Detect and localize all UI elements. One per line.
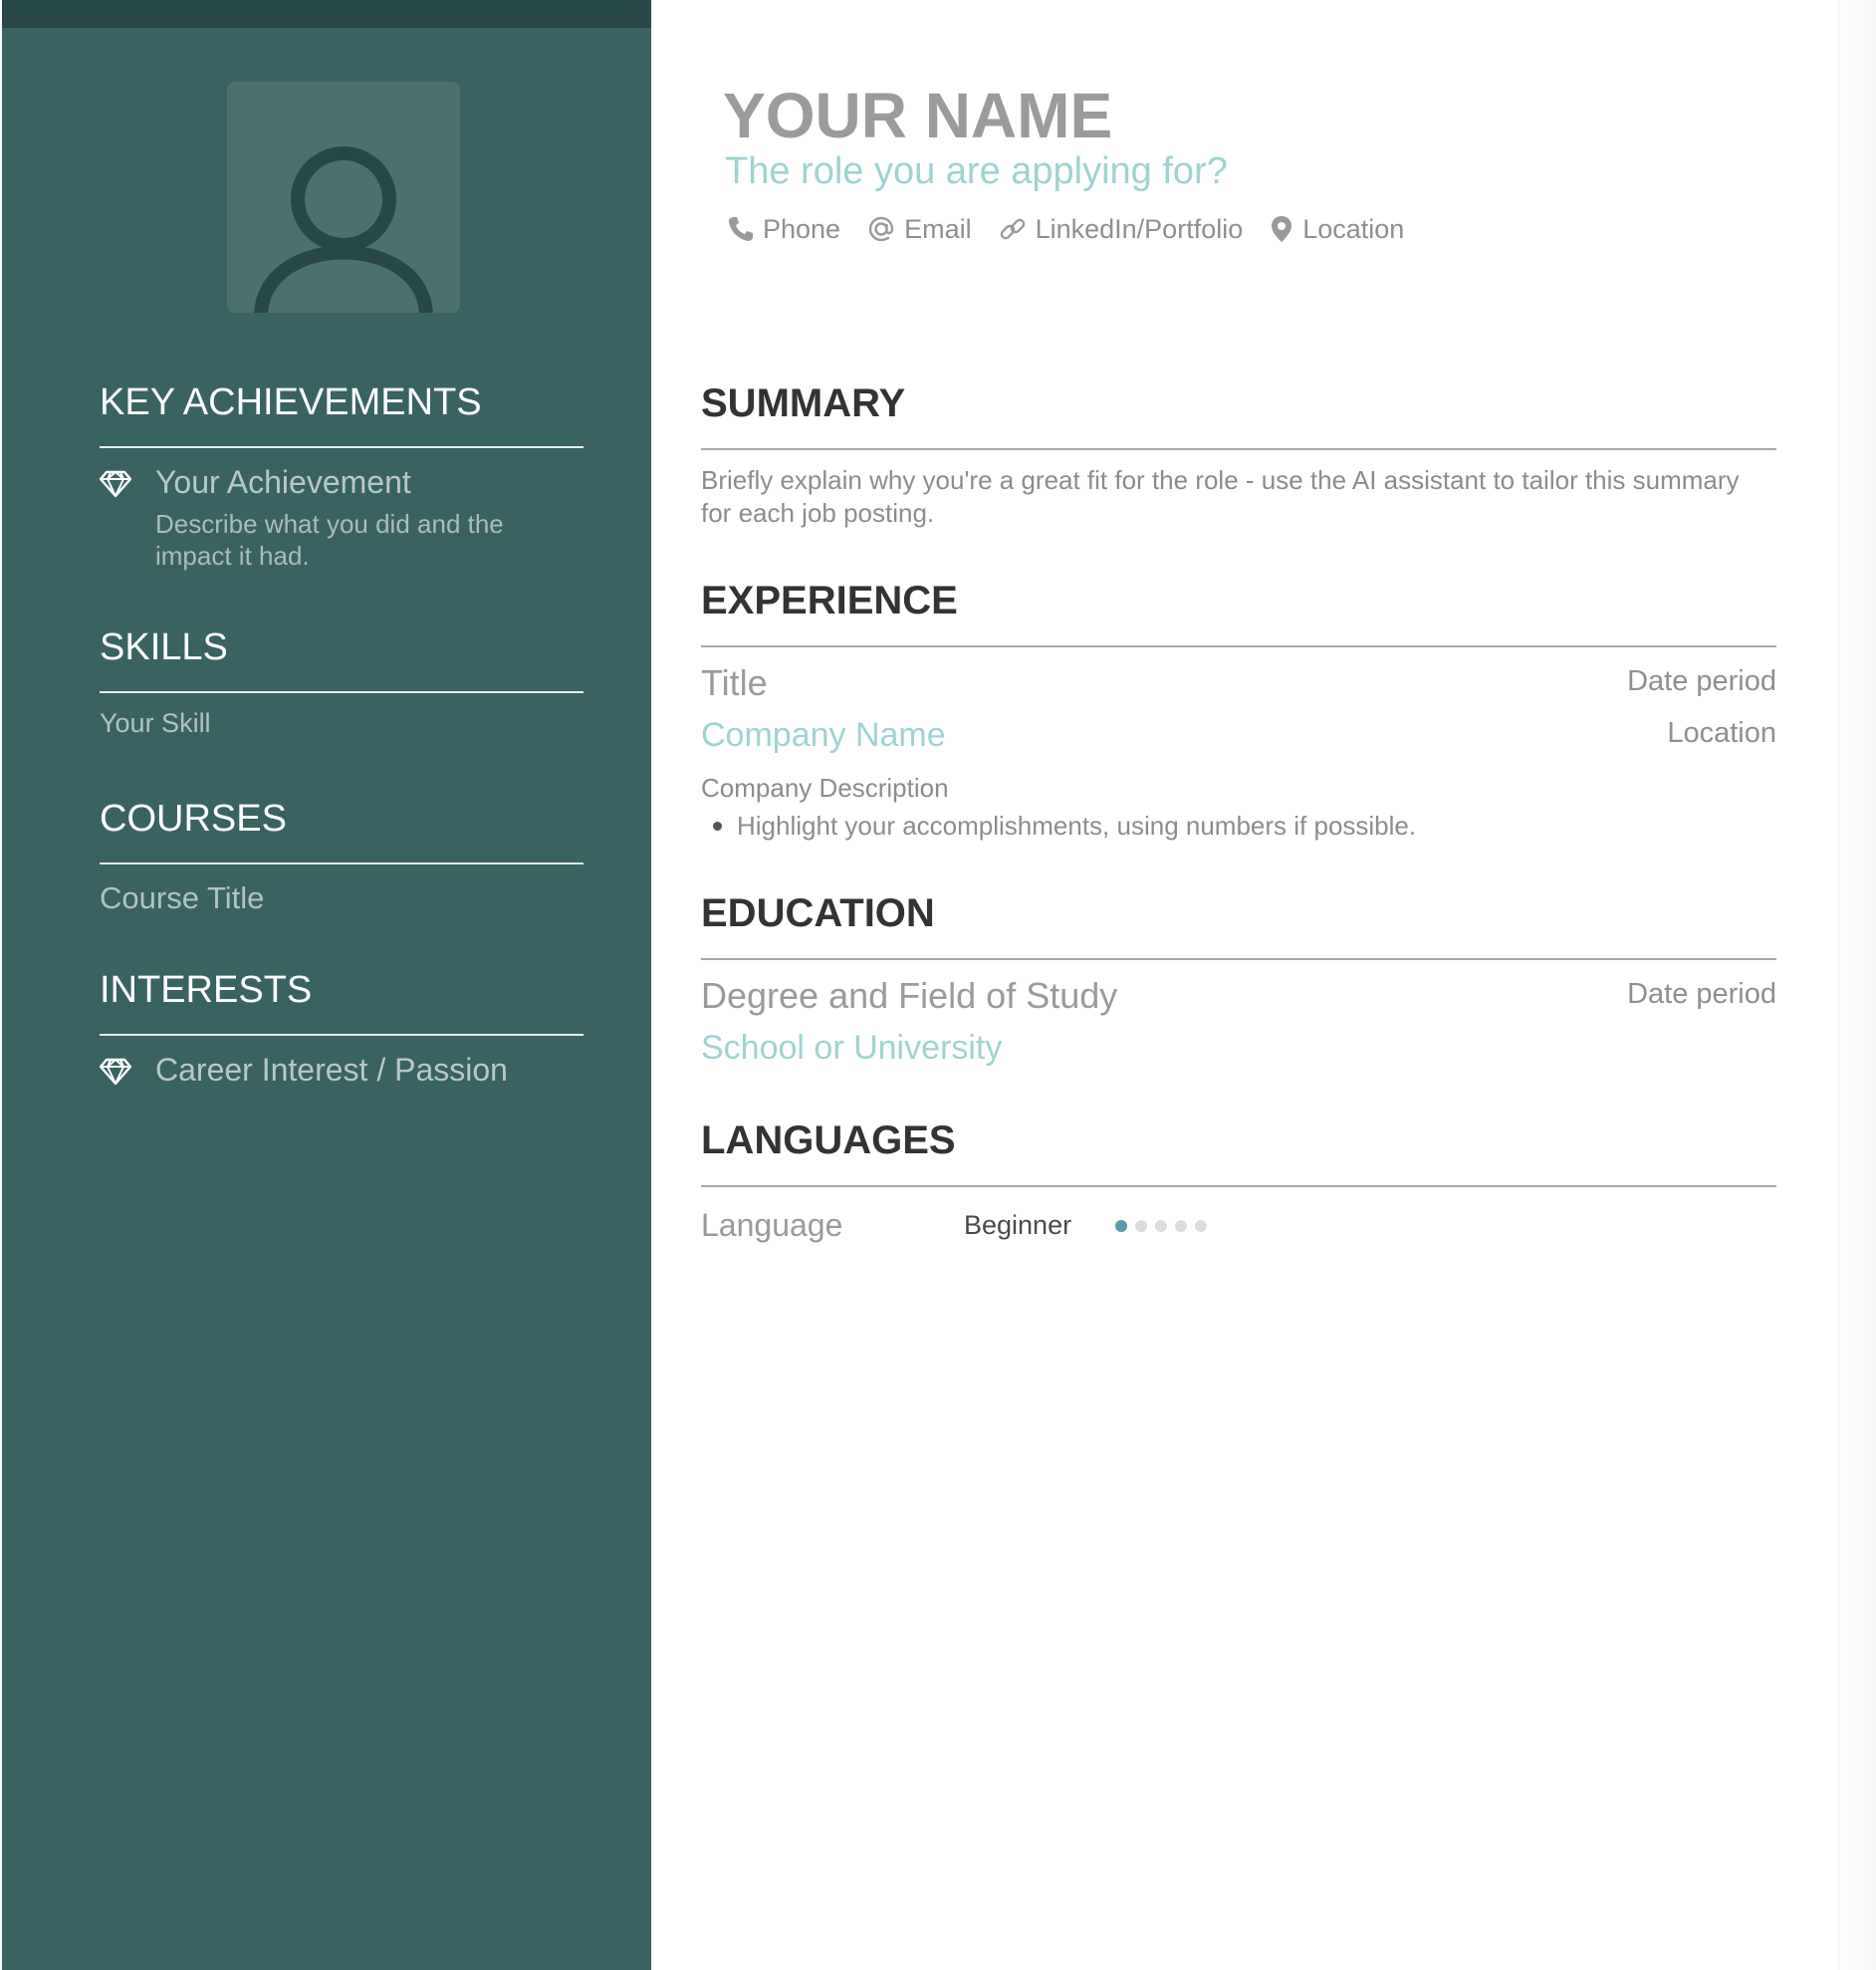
summary-heading: SUMMARY — [701, 381, 906, 425]
bullet-text: Highlight your accomplishments, using nu… — [737, 811, 1417, 841]
key-achievements-section: KEY ACHIEVEMENTS Your Achievement Descri… — [100, 378, 584, 572]
at-icon — [868, 216, 894, 242]
rating-dot — [1175, 1220, 1187, 1232]
location-pin-icon — [1272, 216, 1292, 242]
education-date[interactable]: Date period — [1627, 972, 1776, 1016]
experience-bullet[interactable]: Highlight your accomplishments, using nu… — [701, 809, 1776, 843]
avatar[interactable] — [227, 82, 460, 313]
contact-bar: Phone Email LinkedIn/Portfolio Location — [727, 209, 1430, 249]
company-description[interactable]: Company Description — [701, 771, 1776, 805]
experience-section: EXPERIENCE Title Date period Company Nam… — [701, 576, 1776, 843]
phone-icon — [729, 217, 753, 241]
section-divider — [701, 448, 1776, 450]
page-edge — [1838, 0, 1876, 1970]
rating-dot — [1115, 1220, 1127, 1232]
job-location[interactable]: Location — [1667, 711, 1776, 755]
courses-heading: COURSES — [100, 798, 287, 840]
section-divider — [100, 691, 584, 693]
interests-heading: INTERESTS — [100, 969, 313, 1011]
languages-heading: LANGUAGES — [701, 1118, 956, 1162]
education-section: EDUCATION Degree and Field of Study Date… — [701, 888, 1776, 1076]
education-heading: EDUCATION — [701, 891, 935, 935]
school-name[interactable]: School or University — [701, 1024, 1002, 1072]
job-date[interactable]: Date period — [1627, 659, 1776, 703]
section-divider — [100, 446, 584, 448]
languages-section: LANGUAGES Language Beginner — [701, 1115, 1776, 1257]
contact-email-label: Email — [904, 213, 972, 244]
language-name: Language — [701, 1207, 843, 1243]
company-name[interactable]: Company Name — [701, 711, 946, 759]
skills-section: SKILLS Your Skill — [100, 623, 584, 741]
section-divider — [100, 862, 584, 864]
target-role[interactable]: The role you are applying for? — [725, 147, 1228, 195]
skills-heading: SKILLS — [100, 626, 228, 668]
skill-item[interactable]: Your Skill — [100, 705, 584, 741]
achievement-description: Describe what you did and the impact it … — [155, 509, 504, 571]
sidebar-top-bar — [2, 0, 651, 28]
course-item[interactable]: Course Title — [100, 878, 584, 918]
diamond-icon — [100, 470, 131, 498]
interest-item[interactable]: Career Interest / Passion — [100, 1050, 584, 1090]
education-school-row: School or University — [701, 1024, 1776, 1076]
language-rating[interactable] — [1115, 1220, 1215, 1232]
interests-section: INTERESTS Career Interest / Passion — [100, 966, 584, 1090]
contact-linkedin-label: LinkedIn/Portfolio — [1035, 213, 1244, 244]
education-degree-row: Degree and Field of Study Date period — [701, 972, 1776, 1024]
rating-dot — [1155, 1220, 1167, 1232]
contact-location[interactable]: Location — [1269, 214, 1404, 245]
language-row[interactable]: Language Beginner — [701, 1201, 1776, 1257]
sidebar: KEY ACHIEVEMENTS Your Achievement Descri… — [2, 0, 651, 1970]
section-divider — [701, 958, 1776, 960]
summary-section: SUMMARY Briefly explain why you're a gre… — [701, 378, 1776, 530]
full-name[interactable]: YOUR NAME — [723, 78, 1112, 153]
courses-section: COURSES Course Title — [100, 795, 584, 918]
achievement-title: Your Achievement — [155, 464, 411, 500]
experience-heading: EXPERIENCE — [701, 579, 958, 622]
key-achievements-heading: KEY ACHIEVEMENTS — [100, 381, 482, 423]
rating-dot — [1195, 1220, 1207, 1232]
link-icon — [1000, 218, 1025, 240]
degree[interactable]: Degree and Field of Study — [701, 972, 1117, 1020]
interest-label: Career Interest / Passion — [155, 1052, 508, 1088]
contact-linkedin[interactable]: LinkedIn/Portfolio — [998, 213, 1244, 245]
job-title[interactable]: Title — [701, 659, 768, 707]
contact-phone[interactable]: Phone — [727, 214, 840, 245]
achievement-item[interactable]: Your Achievement Describe what you did a… — [100, 462, 584, 572]
rating-dot — [1135, 1220, 1147, 1232]
section-divider — [701, 645, 1776, 647]
bullet-dot — [713, 822, 722, 831]
section-divider — [701, 1185, 1776, 1187]
experience-title-row: Title Date period — [701, 659, 1776, 711]
person-icon — [254, 146, 433, 313]
section-divider — [100, 1034, 584, 1036]
experience-company-row: Company Name Location — [701, 711, 1776, 763]
diamond-icon — [100, 1058, 131, 1086]
contact-location-label: Location — [1302, 213, 1405, 244]
language-level: Beginner — [964, 1210, 1072, 1240]
contact-phone-label: Phone — [763, 213, 841, 244]
contact-email[interactable]: Email — [866, 214, 972, 245]
summary-text[interactable]: Briefly explain why you're a great fit f… — [701, 464, 1757, 530]
